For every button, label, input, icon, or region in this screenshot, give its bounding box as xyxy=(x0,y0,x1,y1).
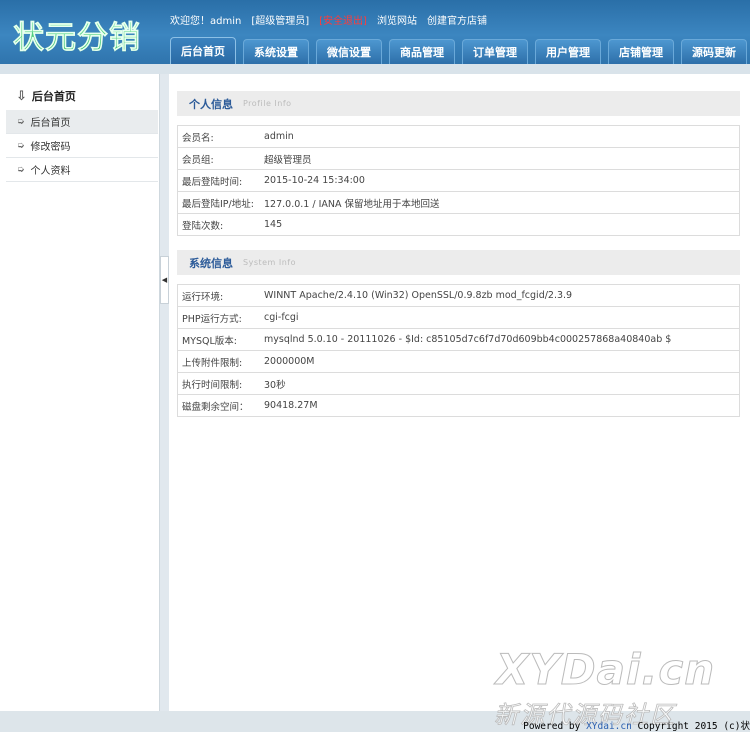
logo: 状元分销 xyxy=(13,12,141,57)
sidebar-title-label: 后台首页 xyxy=(31,90,76,103)
top-links: 欢迎您！admin [超级管理员] [安全退出] 浏览网站 创建官方店铺 xyxy=(170,12,487,27)
system-section-subtitle: System Info xyxy=(243,258,297,267)
row-value: 90418.27M xyxy=(264,400,318,411)
arrow-right-icon: ➭ xyxy=(17,116,25,127)
row-label: MYSQL版本: xyxy=(182,335,238,347)
row-value: 127.0.0.1 / IANA 保留地址用于本地回送 xyxy=(264,198,440,210)
table-row: 登陆次数: 145 xyxy=(178,214,739,236)
sidebar-splitter xyxy=(160,74,169,711)
row-label: 最后登陆时间: xyxy=(182,176,243,188)
tab-store-management[interactable]: 店铺管理 xyxy=(608,39,674,64)
arrow-right-icon: ➭ xyxy=(17,140,25,151)
row-value: 145 xyxy=(264,219,283,230)
row-value: 2000000M xyxy=(264,356,315,367)
row-label: 会员组: xyxy=(182,154,214,166)
sidebar-item-profile[interactable]: ➭ 个人资料 xyxy=(6,158,158,182)
footer-copyright: Powered by XYdai.cn Copyright 2015 (c)状 xyxy=(523,718,750,732)
tab-source-update[interactable]: 源码更新 xyxy=(681,39,747,64)
row-value: WINNT Apache/2.4.10 (Win32) OpenSSL/0.9.… xyxy=(264,290,573,301)
row-label: 会员名: xyxy=(182,132,214,144)
table-row: 上传附件限制: 2000000M xyxy=(178,351,739,373)
system-section-title: 系统信息 xyxy=(189,256,233,270)
row-label: 登陆次数: xyxy=(182,220,224,232)
row-label: 磁盘剩余空间： xyxy=(182,401,249,413)
table-row: 会员组: 超级管理员 xyxy=(178,148,739,170)
sidebar-title: ⇩ 后台首页 xyxy=(16,88,76,104)
row-value: 2015-10-24 15:34:00 xyxy=(264,175,365,186)
profile-section-header: 个人信息 Profile Info xyxy=(177,91,740,116)
row-value: mysqlnd 5.0.10 - 20111026 - $Id: c85105d… xyxy=(264,334,672,345)
main-content: 个人信息 Profile Info 会员名: admin 会员组: 超级管理员 最后… xyxy=(169,74,750,711)
row-label: 最后登陆IP/地址: xyxy=(182,198,254,210)
row-value: 30秒 xyxy=(264,379,286,391)
welcome-text: 欢迎您！admin xyxy=(170,16,242,27)
sidebar-item-home[interactable]: ➭ 后台首页 xyxy=(6,110,158,134)
sidebar-item-label: 修改密码 xyxy=(30,142,71,153)
row-label: 执行时间限制: xyxy=(182,379,243,391)
header: 状元分销 欢迎您！admin [超级管理员] [安全退出] 浏览网站 创建官方店… xyxy=(0,0,750,64)
row-value: 超级管理员 xyxy=(264,154,312,166)
table-row: 最后登陆IP/地址: 127.0.0.1 / IANA 保留地址用于本地回送 xyxy=(178,192,739,214)
row-label: PHP运行方式: xyxy=(182,313,242,325)
watermark: XYDai.cn xyxy=(495,645,716,695)
table-row: PHP运行方式: cgi-fcgi xyxy=(178,307,739,329)
sidebar-collapse-button[interactable]: ◀ xyxy=(160,256,169,304)
row-label: 运行环境: xyxy=(182,291,224,303)
table-row: 执行时间限制: 30秒 xyxy=(178,373,739,395)
tab-wechat-settings[interactable]: 微信设置 xyxy=(316,39,382,64)
table-row: 磁盘剩余空间： 90418.27M xyxy=(178,395,739,417)
system-section-header: 系统信息 System Info xyxy=(177,250,740,275)
sidebar-item-change-password[interactable]: ➭ 修改密码 xyxy=(6,134,158,158)
table-row: 最后登陆时间: 2015-10-24 15:34:00 xyxy=(178,170,739,192)
row-label: 上传附件限制: xyxy=(182,357,243,369)
sidebar: ⇩ 后台首页 ➭ 后台首页 ➭ 修改密码 ➭ 个人资料 xyxy=(0,74,160,711)
system-info-table: 运行环境: WINNT Apache/2.4.10 (Win32) OpenSSL… xyxy=(177,284,740,417)
table-row: 运行环境: WINNT Apache/2.4.10 (Win32) OpenSSL… xyxy=(178,285,739,307)
profile-section-title: 个人信息 xyxy=(189,97,233,111)
browse-site-link[interactable]: 浏览网站 xyxy=(377,12,417,27)
tab-order-management[interactable]: 订单管理 xyxy=(462,39,528,64)
table-row: 会员名: admin xyxy=(178,126,739,148)
tab-user-management[interactable]: 用户管理 xyxy=(535,39,601,64)
powered-brand-link[interactable]: XYdai.cn xyxy=(586,721,632,732)
main-nav: 后台首页 系统设置 微信设置 商品管理 订单管理 用户管理 店铺管理 源码更新 xyxy=(170,37,747,64)
create-store-link[interactable]: 创建官方店铺 xyxy=(427,12,487,27)
arrow-down-outline-icon: ⇩ xyxy=(16,88,27,104)
powered-prefix: Powered by xyxy=(523,721,587,732)
header-divider xyxy=(0,64,750,74)
table-row: MYSQL版本: mysqlnd 5.0.10 - 20111026 - $Id:… xyxy=(178,329,739,351)
profile-info-table: 会员名: admin 会员组: 超级管理员 最后登陆时间: 2015-10-24 15… xyxy=(177,125,740,236)
tab-home[interactable]: 后台首页 xyxy=(170,37,236,64)
row-value: admin xyxy=(264,131,294,142)
powered-suffix: Copyright 2015 (c)状 xyxy=(631,721,750,732)
row-value: cgi-fcgi xyxy=(264,312,299,323)
sidebar-item-label: 后台首页 xyxy=(30,118,71,129)
triangle-left-icon: ◀ xyxy=(161,276,168,284)
arrow-right-icon: ➭ xyxy=(17,164,25,175)
tab-product-management[interactable]: 商品管理 xyxy=(389,39,455,64)
sidebar-menu: ➭ 后台首页 ➭ 修改密码 ➭ 个人资料 xyxy=(6,110,158,182)
tab-system-settings[interactable]: 系统设置 xyxy=(243,39,309,64)
logout-link[interactable]: [安全退出] xyxy=(319,12,367,27)
role-label: [超级管理员] xyxy=(251,16,310,27)
sidebar-item-label: 个人资料 xyxy=(30,166,71,177)
profile-section-subtitle: Profile Info xyxy=(243,99,292,108)
